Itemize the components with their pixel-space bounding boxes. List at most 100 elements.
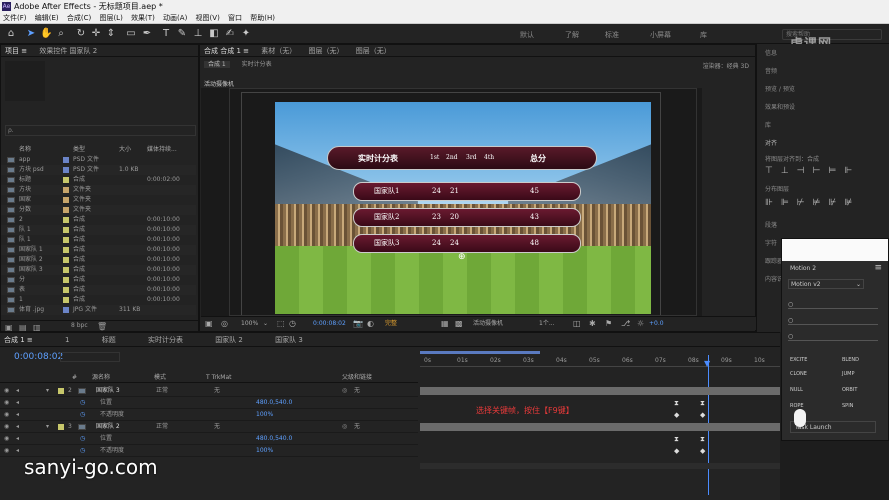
twirl-chevron-icon[interactable]: ▾ [46, 385, 49, 397]
jump-button[interactable]: JUMP [842, 371, 854, 377]
tab-comp-1[interactable]: 合成 1 ≡ [4, 336, 33, 344]
dolly-camera-icon[interactable]: ⇕ [105, 28, 117, 40]
label-color-swatch[interactable] [63, 267, 69, 273]
property-value[interactable]: 100% [256, 409, 273, 421]
orbit-button[interactable]: ORBIT [842, 387, 857, 393]
keyframe-icon[interactable]: ⧗ [700, 399, 705, 408]
layer-bar-team-3[interactable] [420, 387, 780, 395]
layer-row[interactable]: ◉ ◂ ▾ 3 国家队 2 正常 无 ◎ 无 [0, 421, 418, 433]
timeline-timecode[interactable]: 0:00:08:02 [14, 352, 63, 362]
info-panel-label[interactable]: 信息 [765, 48, 777, 57]
home-icon[interactable]: ⌂ [5, 28, 17, 40]
layer-property-row[interactable]: ◉ ◂ ◷ 位置 480.0,540.0 [0, 397, 418, 409]
slider-knob-icon[interactable]: ○ [788, 333, 793, 340]
blend-button[interactable]: BLEND [842, 357, 859, 363]
audio-panel-label[interactable]: 音频 [765, 66, 777, 75]
project-item[interactable]: 1 合成 0:00:10:00 [1, 295, 196, 305]
layer-name[interactable]: 国家队 2 [96, 421, 120, 433]
menu-animation[interactable]: 动画(A) [163, 14, 187, 22]
layer-trkmat[interactable]: 无 [214, 421, 220, 433]
paragraph-label[interactable]: 段落 [765, 220, 777, 229]
show-snapshot-icon[interactable]: ◐ [367, 317, 374, 331]
slider-knob-icon[interactable]: ○ [788, 301, 793, 308]
keyframe-icon[interactable]: ⧗ [700, 435, 705, 444]
pan-camera-icon[interactable]: ✛ [90, 28, 102, 40]
fast-previews-icon[interactable]: ✱ [589, 317, 596, 331]
dropdown-chevron-icon[interactable]: ⌄ [263, 317, 268, 331]
views-layout-select[interactable]: 1个... [539, 317, 555, 331]
column-duration[interactable]: 媒体持续... [147, 145, 177, 155]
audio-icon[interactable]: ◂ [16, 385, 19, 397]
label-color-swatch[interactable] [63, 167, 69, 173]
anchor-point-icon[interactable]: ⊕ [458, 252, 466, 262]
clock-icon[interactable]: ◷ [289, 317, 296, 331]
project-item[interactable]: 队 1 合成 0:00:10:00 [1, 225, 196, 235]
audio-icon[interactable]: ◂ [16, 433, 19, 445]
eye-icon[interactable]: ◉ [4, 433, 9, 445]
column-trkmat[interactable]: T TrkMat [206, 373, 232, 383]
project-item[interactable]: 国家队 2 合成 0:00:10:00 [1, 255, 196, 265]
orbit-camera-icon[interactable]: ↻ [75, 28, 87, 40]
layer-bar-team-2[interactable] [420, 423, 780, 431]
character-label[interactable]: 字符 [765, 238, 777, 247]
layer-mode[interactable]: 正常 [156, 421, 168, 433]
menu-view[interactable]: 视图(V) [196, 14, 220, 22]
tab-project[interactable]: 项目 ≡ [5, 47, 27, 55]
layer-name[interactable]: 位置 [100, 397, 112, 409]
transparency-grid-icon[interactable]: ▩ [455, 317, 463, 331]
layer-property-row[interactable]: ◉ ◂ ◷ 不透明度 100% [0, 409, 418, 421]
3d-ground-icon[interactable]: ◎ [221, 317, 228, 331]
effects-presets-label[interactable]: 效果和预设 [765, 102, 795, 111]
interpret-footage-icon[interactable]: ▣ [5, 323, 13, 332]
align-buttons[interactable]: ⊤⊥⊣⊢⊨⊩ [765, 166, 883, 178]
eye-icon[interactable]: ◉ [4, 397, 9, 409]
label-color-swatch[interactable] [63, 227, 69, 233]
slider-2[interactable]: ○ [788, 317, 878, 325]
eye-icon[interactable]: ◉ [4, 421, 9, 433]
parent-pickwhip-icon[interactable]: ◎ [342, 421, 347, 433]
audio-icon[interactable]: ◂ [16, 421, 19, 433]
preview-panel-label[interactable]: 预览 / 预览 [765, 84, 795, 93]
property-value[interactable]: 480.0,540.0 [256, 433, 292, 445]
layer-parent[interactable]: 无 [354, 385, 360, 397]
hand-tool-icon[interactable]: ✋ [40, 28, 52, 40]
tab-footage[interactable]: 素材（无） [261, 47, 296, 55]
tab-title[interactable]: 标题 [102, 336, 116, 344]
reset-exposure-icon[interactable]: ☼ [637, 317, 644, 331]
layer-property-row[interactable]: ◉ ◂ ◷ 位置 480.0,540.0 [0, 433, 418, 445]
column-size[interactable]: 大小 [119, 145, 131, 155]
layer-name[interactable]: 不透明度 [100, 409, 124, 421]
column-type[interactable]: 类型 [73, 145, 85, 155]
label-color-swatch[interactable] [63, 297, 69, 303]
score-row-team-2[interactable]: 国家队2 23 20 43 [353, 208, 581, 227]
exposure-value[interactable]: +0.0 [649, 317, 664, 331]
slider-knob-icon[interactable]: ○ [788, 317, 793, 324]
parent-pickwhip-icon[interactable]: ◎ [342, 385, 347, 397]
project-item[interactable]: 体育 .jpg JPG 文件 311 KB [1, 305, 196, 315]
panel-menu-icon[interactable]: ≡ [874, 263, 882, 273]
spin-button[interactable]: SPIN [842, 403, 853, 409]
workspace-standard[interactable]: 标准 [605, 30, 619, 40]
libraries-label[interactable]: 库 [765, 120, 771, 129]
menu-help[interactable]: 帮助(H) [250, 14, 275, 22]
label-color-swatch[interactable] [63, 307, 69, 313]
stopwatch-icon[interactable]: ◷ [80, 397, 85, 409]
label-color-swatch[interactable] [63, 207, 69, 213]
workspace-small-screen[interactable]: 小屏幕 [650, 30, 671, 40]
slider-3[interactable]: ○ [788, 333, 878, 341]
project-item[interactable]: 方块 psd PSD 文件 1.0 KB [1, 165, 196, 175]
rope-button[interactable]: ROPE [790, 403, 804, 409]
project-item[interactable]: 2 合成 0:00:10:00 [1, 215, 196, 225]
time-ruler[interactable]: 0s 01s 02s 03s 04s 05s 06s 07s 08s 09s 10s [420, 355, 780, 367]
twirl-chevron-icon[interactable]: ▾ [46, 421, 49, 433]
trash-icon[interactable]: 🗑 [97, 322, 107, 331]
score-row-team-3[interactable]: 国家队3 24 24 48 [353, 234, 581, 253]
composition-timecode[interactable]: 0:00:08:02 [313, 317, 346, 331]
tab-composition[interactable]: 合成 合成 1 ≡ [204, 47, 249, 55]
pen-tool-icon[interactable]: ✒ [141, 28, 153, 40]
always-preview-icon[interactable]: ▣ [205, 317, 213, 331]
workspace-libraries[interactable]: 库 [700, 30, 707, 40]
property-value[interactable]: 100% [256, 445, 273, 457]
project-item[interactable]: 标题 合成 0:00:02:00 [1, 175, 196, 185]
rectangle-tool-icon[interactable]: ▭ [125, 28, 137, 40]
